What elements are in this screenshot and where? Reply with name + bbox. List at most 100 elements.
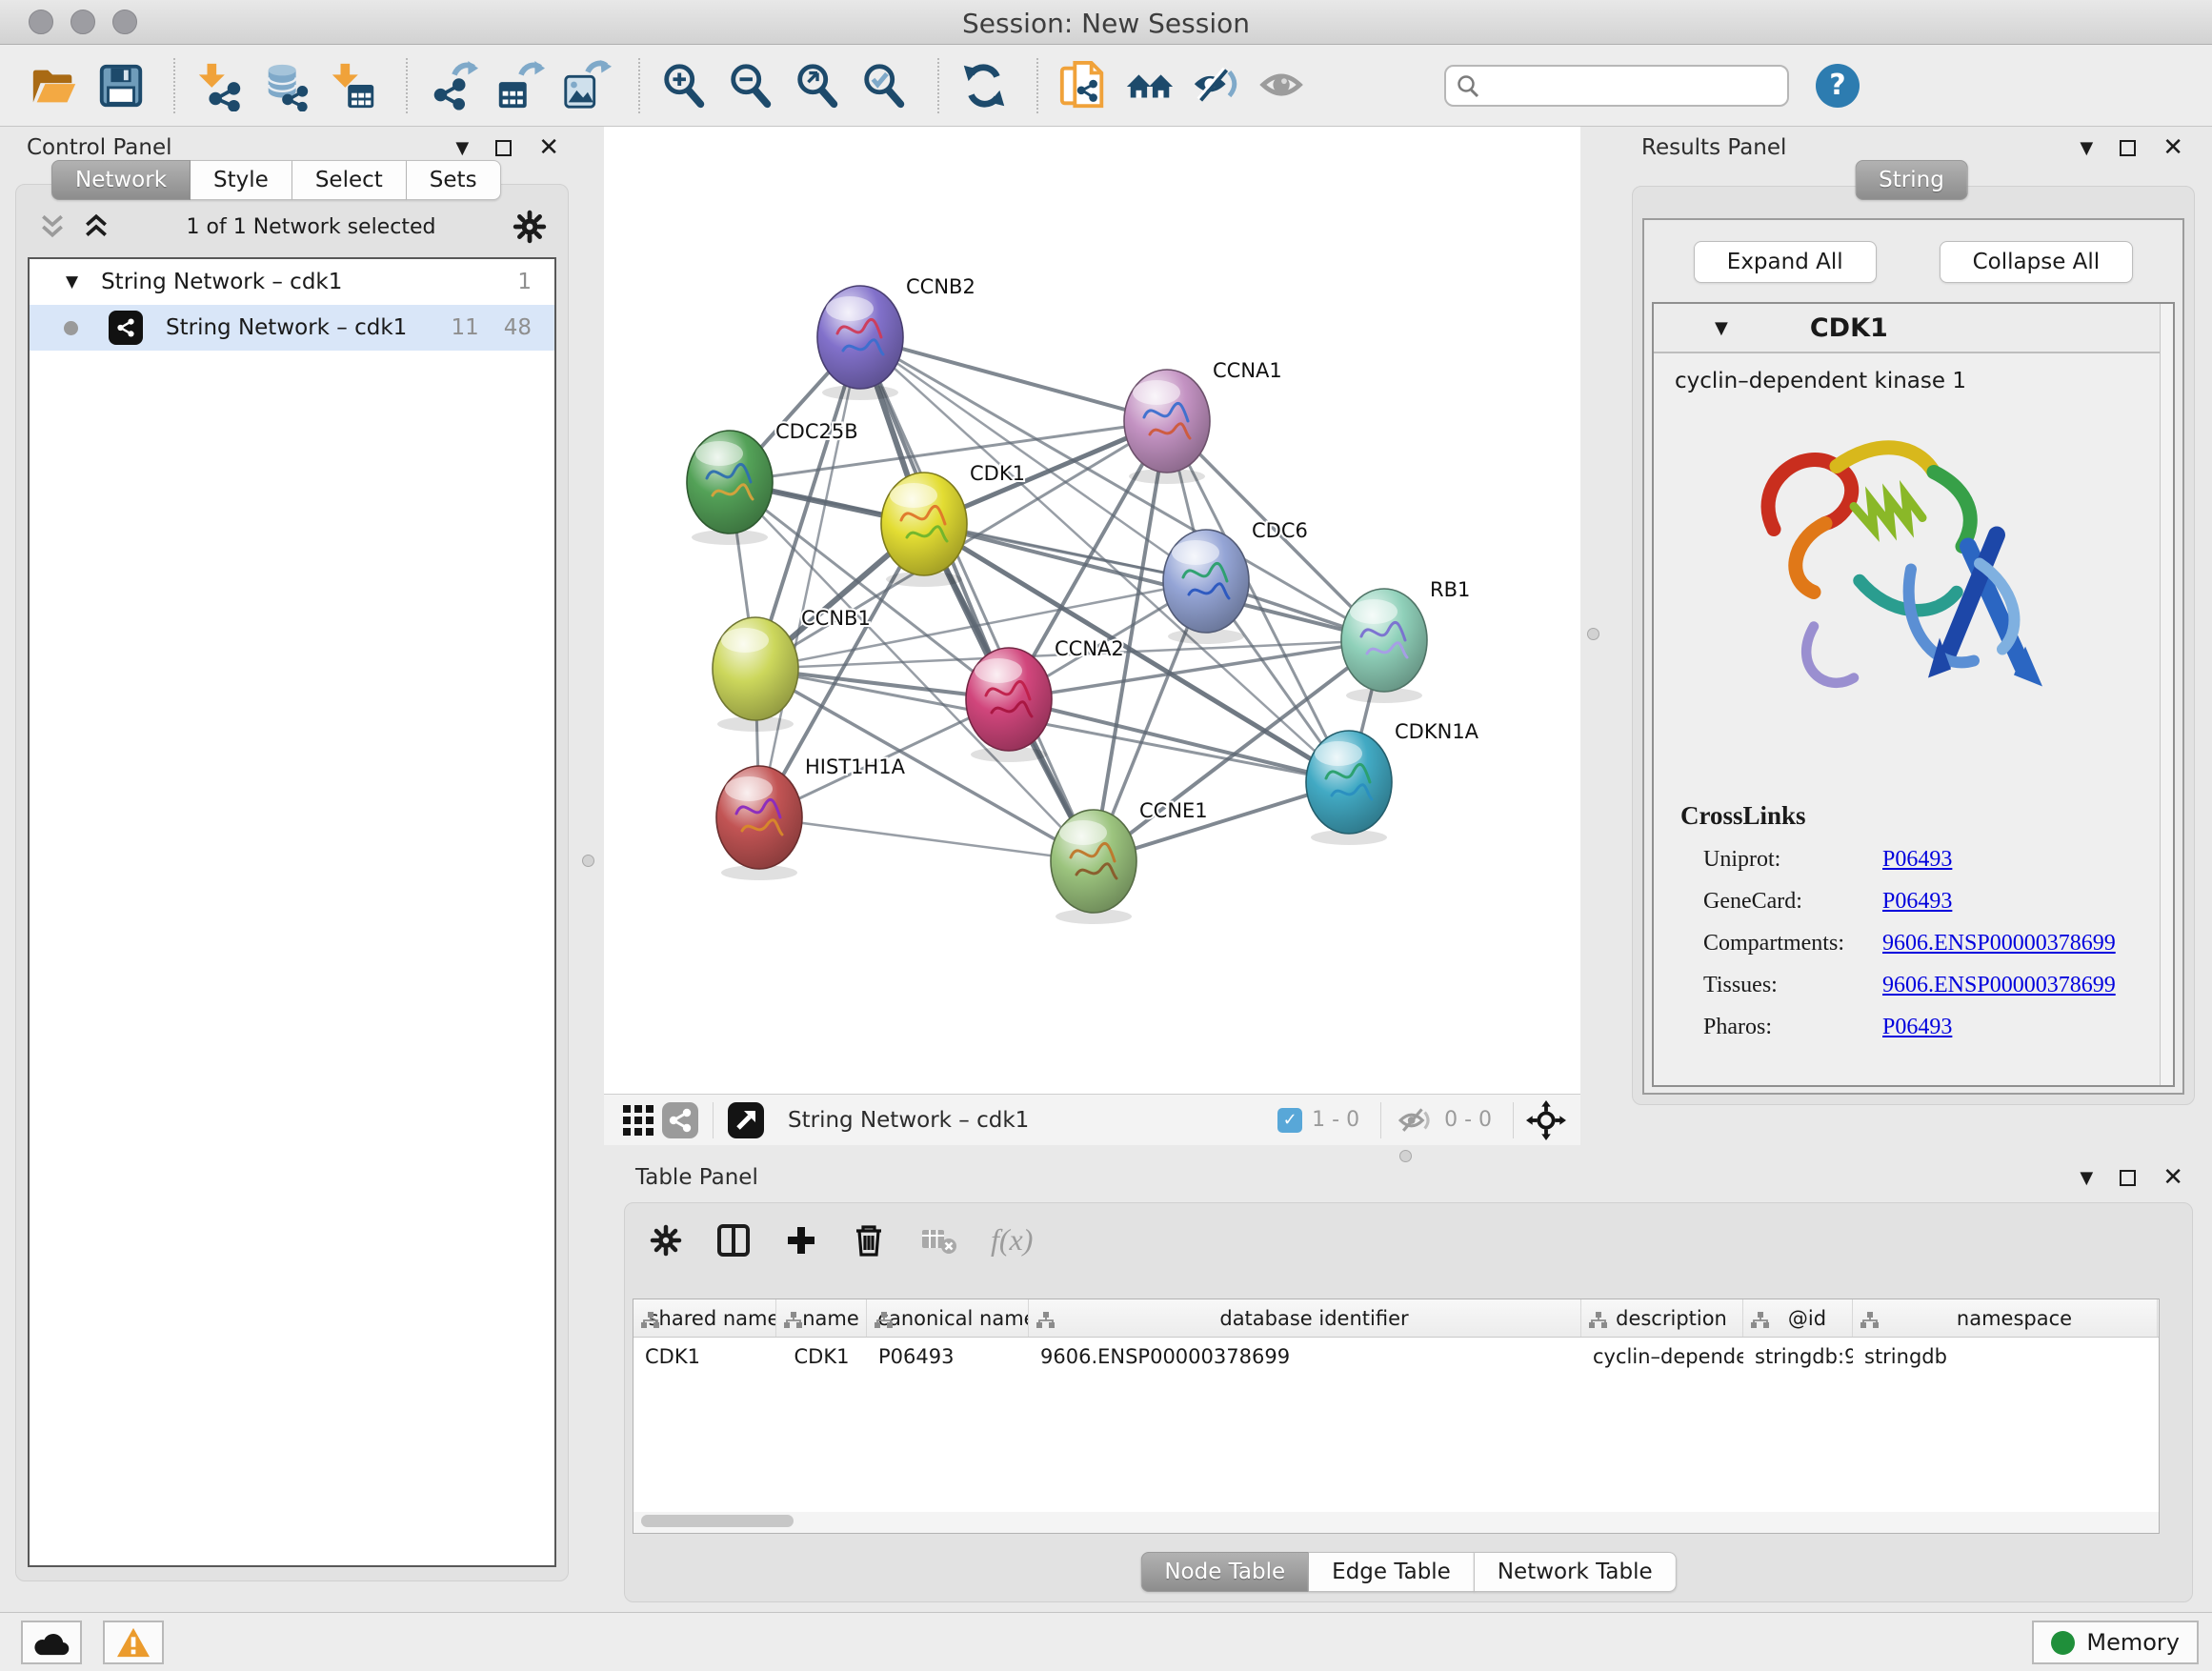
import-network-from-database-icon[interactable] — [257, 56, 316, 115]
network-type-share-icon[interactable] — [659, 1099, 701, 1141]
collapse-all-button[interactable]: Collapse All — [1940, 241, 2134, 283]
zoom-fit-icon[interactable] — [789, 56, 848, 115]
table-cell[interactable]: 9606.ENSP00000378699 — [1029, 1345, 1581, 1368]
tab-sets[interactable]: Sets — [407, 160, 501, 200]
network-canvas[interactable]: CCNB2CCNA1CDC25BCDK1CDC6RB1CCNB1CCNA2CDK… — [604, 127, 1580, 1094]
network-options-gear-icon[interactable] — [513, 210, 547, 244]
warnings-button[interactable] — [103, 1621, 164, 1664]
float-menu-icon[interactable]: ▼ — [2080, 138, 2093, 158]
column-header--id[interactable]: @id — [1743, 1299, 1853, 1337]
window-title: Session: New Session — [0, 8, 2212, 39]
table-panel-title: Table Panel — [635, 1165, 758, 1190]
crosslink-link[interactable]: 9606.ENSP00000378699 — [1882, 931, 2116, 956]
collection-expand-arrow-icon[interactable]: ▼ — [66, 272, 78, 292]
birdseye-view-icon[interactable] — [725, 1099, 767, 1141]
create-column-plus-icon[interactable] — [785, 1224, 817, 1257]
node-label: CCNA1 — [1213, 359, 1282, 382]
column-type-icon — [1036, 1310, 1056, 1333]
network-edge[interactable] — [759, 337, 860, 817]
table-row[interactable]: CDK1CDK1P064939606.ENSP00000378699cyclin… — [633, 1338, 2159, 1376]
undock-panel-icon[interactable] — [2120, 140, 2136, 156]
close-panel-icon[interactable]: ✕ — [538, 135, 559, 160]
import-network-from-file-icon[interactable] — [191, 56, 250, 115]
network-edge[interactable] — [759, 817, 1094, 861]
crosslink-link[interactable]: P06493 — [1882, 847, 1952, 873]
zoom-out-icon[interactable] — [722, 56, 781, 115]
column-header-description[interactable]: description — [1581, 1299, 1743, 1337]
network-edge[interactable] — [860, 337, 1094, 861]
export-network-icon[interactable] — [423, 56, 482, 115]
column-header-database-identifier[interactable]: database identifier — [1029, 1299, 1581, 1337]
hide-selected-icon[interactable] — [1187, 56, 1246, 115]
close-panel-icon[interactable]: ✕ — [2162, 1165, 2183, 1190]
show-all-icon[interactable] — [1254, 56, 1313, 115]
scrollbar-thumb[interactable] — [641, 1515, 794, 1527]
save-session-icon[interactable] — [91, 56, 151, 115]
tab-select[interactable]: Select — [292, 160, 407, 200]
delete-table-icon[interactable] — [920, 1225, 956, 1256]
network-collection-row[interactable]: ▼ String Network – cdk1 1 — [30, 259, 554, 305]
crosslink-link[interactable]: 9606.ENSP00000378699 — [1882, 973, 2116, 998]
selected-nodes-checkbox[interactable]: ✓ — [1277, 1108, 1302, 1133]
delete-column-trash-icon[interactable] — [852, 1223, 886, 1258]
crosslink-link[interactable]: P06493 — [1882, 889, 1952, 915]
table-cell[interactable]: stringdb — [1853, 1345, 2158, 1368]
undock-panel-icon[interactable] — [495, 140, 512, 156]
network-status-dot — [64, 321, 78, 335]
network-row[interactable]: String Network – cdk1 11 48 — [30, 305, 554, 351]
hidden-eye-icon[interactable] — [1393, 1099, 1435, 1141]
tab-node-table[interactable]: Node Table — [1140, 1552, 1309, 1592]
center-view-crosshair-icon[interactable] — [1525, 1099, 1567, 1141]
close-panel-icon[interactable]: ✕ — [2162, 135, 2183, 160]
grid-view-icon[interactable] — [617, 1099, 659, 1141]
toolbar-separator — [638, 58, 640, 113]
export-image-icon[interactable] — [556, 56, 615, 115]
tab-edge-table[interactable]: Edge Table — [1309, 1552, 1475, 1592]
expand-all-networks-icon[interactable] — [39, 213, 66, 240]
function-builder-icon[interactable]: f(x) — [991, 1222, 1033, 1258]
table-cell[interactable]: cyclin–dependent ... — [1581, 1345, 1743, 1368]
show-columns-icon[interactable] — [716, 1223, 751, 1258]
splitter-handle[interactable] — [582, 855, 594, 867]
node-details-section: ▼ CDK1 cyclin–dependent kinase 1 — [1652, 302, 2175, 1087]
column-header-shared-name[interactable]: shared name — [633, 1299, 776, 1337]
table-cell[interactable]: stringdb:9... — [1743, 1345, 1853, 1368]
apply-layout-icon[interactable] — [955, 56, 1014, 115]
collapse-all-networks-icon[interactable] — [83, 213, 110, 240]
tab-network[interactable]: Network — [51, 160, 191, 200]
first-neighbors-icon[interactable] — [1120, 56, 1179, 115]
table-options-gear-icon[interactable] — [650, 1224, 682, 1257]
table-horizontal-scrollbar[interactable] — [633, 1512, 2160, 1534]
table-cell[interactable]: CDK1 — [776, 1345, 867, 1368]
memory-button[interactable]: Memory — [2032, 1621, 2199, 1664]
cloud-status-button[interactable] — [21, 1621, 82, 1664]
search-input[interactable] — [1488, 72, 1778, 98]
help-icon[interactable]: ? — [1816, 64, 1860, 108]
float-menu-icon[interactable]: ▼ — [455, 138, 469, 158]
expand-all-button[interactable]: Expand All — [1694, 241, 1877, 283]
zoom-selected-icon[interactable] — [855, 56, 915, 115]
node-section-header[interactable]: ▼ CDK1 — [1654, 304, 2173, 353]
section-collapse-arrow-icon[interactable]: ▼ — [1715, 318, 1728, 338]
float-menu-icon[interactable]: ▼ — [2080, 1168, 2093, 1188]
undock-panel-icon[interactable] — [2120, 1170, 2136, 1186]
toolbar-separator — [1513, 1102, 1514, 1138]
column-header-namespace[interactable]: namespace — [1853, 1299, 2158, 1337]
column-header-canonical-name[interactable]: canonical name — [867, 1299, 1029, 1337]
export-table-icon[interactable] — [490, 56, 549, 115]
tab-network-table[interactable]: Network Table — [1475, 1552, 1677, 1592]
zoom-in-icon[interactable] — [655, 56, 714, 115]
table-cell[interactable]: CDK1 — [633, 1345, 776, 1368]
clone-network-icon[interactable] — [1054, 56, 1113, 115]
collection-label: String Network – cdk1 — [101, 270, 342, 294]
table-cell[interactable]: P06493 — [867, 1345, 1029, 1368]
splitter-handle[interactable] — [1587, 628, 1599, 640]
tab-style[interactable]: Style — [191, 160, 292, 200]
results-scrollbar[interactable] — [2160, 304, 2173, 1085]
column-header-name[interactable]: name — [776, 1299, 867, 1337]
crosslink-link[interactable]: P06493 — [1882, 1015, 1952, 1040]
gene-name: CDK1 — [1810, 313, 1888, 343]
open-session-icon[interactable] — [25, 56, 84, 115]
import-table-from-file-icon[interactable] — [324, 56, 383, 115]
tab-string[interactable]: String — [1855, 160, 1968, 200]
